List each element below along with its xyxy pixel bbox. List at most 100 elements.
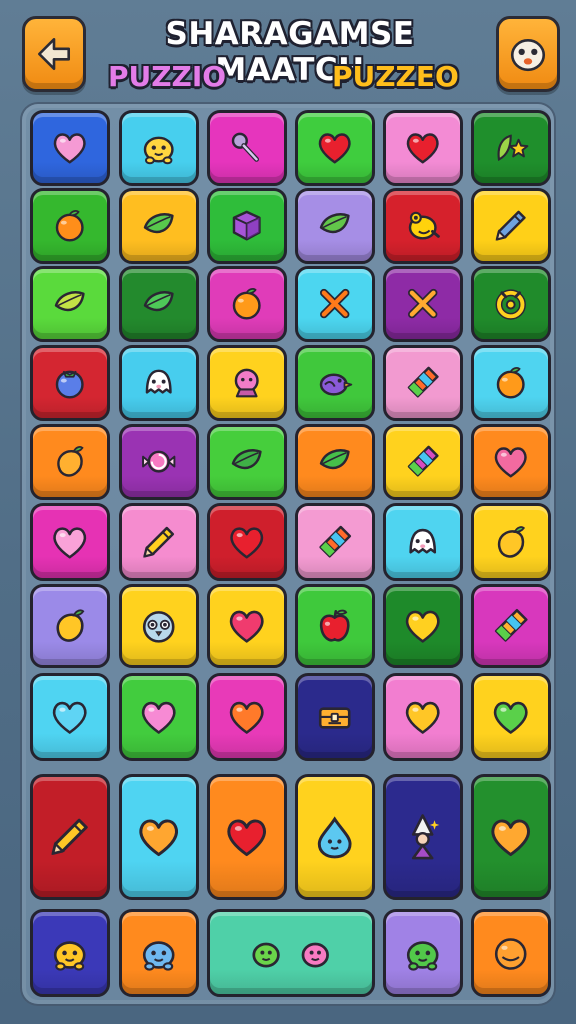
- game-tile[interactable]: [207, 266, 287, 342]
- back-arrow-icon: [37, 37, 71, 71]
- game-tile[interactable]: [119, 424, 199, 500]
- game-tile[interactable]: [471, 503, 551, 581]
- heart-icon: [139, 819, 179, 857]
- leaf-icon: [320, 213, 350, 234]
- game-tile[interactable]: [30, 503, 110, 581]
- game-tile[interactable]: [383, 424, 463, 500]
- game-tile[interactable]: [119, 909, 199, 997]
- globe-creature-icon: [234, 369, 260, 398]
- game-tile[interactable]: [295, 345, 375, 421]
- game-tile[interactable]: [207, 424, 287, 500]
- game-tile[interactable]: [471, 673, 551, 761]
- heart-icon: [53, 527, 87, 559]
- leaf-icon: [320, 449, 350, 470]
- mango-icon: [498, 526, 526, 558]
- heart-icon: [495, 447, 527, 478]
- heart-icon: [227, 819, 267, 857]
- game-tile[interactable]: [383, 188, 463, 264]
- game-tile[interactable]: [119, 110, 199, 186]
- orange-icon: [56, 210, 84, 242]
- game-tile[interactable]: [383, 503, 463, 581]
- ghost-icon: [409, 528, 437, 554]
- subtitle-left: PUZZIO: [108, 60, 227, 93]
- game-tile[interactable]: [295, 774, 375, 900]
- game-tile[interactable]: [295, 266, 375, 342]
- creature-icon: [407, 941, 439, 971]
- game-tile[interactable]: [119, 266, 199, 342]
- game-tile[interactable]: [471, 266, 551, 342]
- pen-icon: [495, 211, 526, 242]
- bird-icon: [320, 373, 353, 396]
- back-button[interactable]: [22, 16, 86, 92]
- game-tile[interactable]: [383, 774, 463, 900]
- droplet-icon: [318, 816, 352, 859]
- game-tile[interactable]: [207, 774, 287, 900]
- game-tile[interactable]: [383, 266, 463, 342]
- leaf-icon: [55, 291, 85, 312]
- heart-icon: [230, 701, 264, 734]
- pen-icon: [51, 818, 89, 856]
- game-tile[interactable]: [30, 909, 110, 997]
- wand-icon: [232, 133, 260, 163]
- game-tile[interactable]: [207, 345, 287, 421]
- heart-icon: [54, 133, 86, 164]
- game-tile[interactable]: [383, 584, 463, 668]
- game-tile[interactable]: [207, 503, 287, 581]
- mango-icon: [57, 446, 84, 478]
- game-tile[interactable]: [471, 774, 551, 900]
- game-tile[interactable]: [30, 345, 110, 421]
- game-tile[interactable]: [207, 110, 287, 186]
- game-tile[interactable]: [383, 345, 463, 421]
- cube-icon: [233, 211, 261, 241]
- wizard-icon: [412, 814, 440, 860]
- game-tile[interactable]: [119, 673, 199, 761]
- game-tile[interactable]: [119, 503, 199, 581]
- cartoon-face-icon: [510, 39, 546, 72]
- profile-button[interactable]: [496, 16, 560, 92]
- game-tile[interactable]: [295, 110, 375, 186]
- owl-face-icon: [143, 611, 175, 643]
- game-tile[interactable]: [207, 188, 287, 264]
- game-tile[interactable]: [207, 584, 287, 668]
- crayon-icon: [495, 609, 528, 642]
- game-tile[interactable]: [30, 673, 110, 761]
- game-tile[interactable]: [30, 110, 110, 186]
- game-tile[interactable]: [30, 424, 110, 500]
- leaf-star-icon: [497, 134, 529, 162]
- game-tile[interactable]: [30, 188, 110, 264]
- heart-icon: [491, 819, 531, 857]
- subtitle-right: PUZZEO: [332, 60, 459, 93]
- game-tile[interactable]: [471, 110, 551, 186]
- twin-creatures-icon: [252, 943, 330, 968]
- heart-icon: [142, 701, 176, 734]
- game-tile[interactable]: [295, 503, 375, 581]
- ring-icon: [495, 289, 527, 321]
- cross-icon: [408, 289, 438, 319]
- game-tile[interactable]: [471, 188, 551, 264]
- game-tile[interactable]: [119, 774, 199, 900]
- game-tile[interactable]: [383, 909, 463, 997]
- game-tile[interactable]: [471, 424, 551, 500]
- game-tile[interactable]: [119, 584, 199, 668]
- pen-icon: [143, 526, 175, 558]
- orange-icon: [233, 288, 261, 320]
- game-tile[interactable]: [207, 673, 287, 761]
- game-tile[interactable]: [295, 424, 375, 500]
- game-tile[interactable]: [295, 584, 375, 668]
- game-tile[interactable]: [383, 673, 463, 761]
- game-tile[interactable]: [30, 266, 110, 342]
- game-tile[interactable]: [383, 110, 463, 186]
- creature-icon: [143, 941, 175, 971]
- game-tile[interactable]: [471, 909, 551, 997]
- game-tile[interactable]: [207, 909, 375, 997]
- game-tile[interactable]: [30, 584, 110, 668]
- game-tile[interactable]: [295, 188, 375, 264]
- game-tile[interactable]: [119, 188, 199, 264]
- game-tile[interactable]: [119, 345, 199, 421]
- berry-icon: [56, 370, 84, 399]
- game-tile[interactable]: [471, 584, 551, 668]
- game-tile[interactable]: [295, 673, 375, 761]
- game-tile[interactable]: [30, 774, 110, 900]
- game-tile[interactable]: [471, 345, 551, 421]
- apple-icon: [320, 609, 350, 642]
